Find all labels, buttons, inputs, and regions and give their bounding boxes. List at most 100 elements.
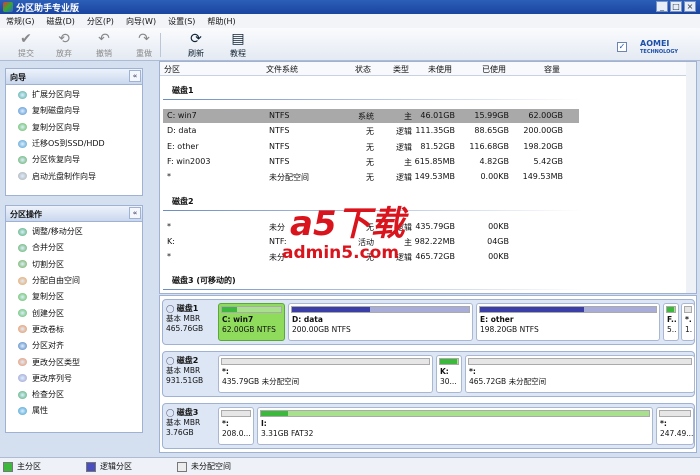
- wizard-item[interactable]: 迁移OS到SSD/HDD: [6, 134, 142, 150]
- table-scrollbar[interactable]: [686, 62, 696, 293]
- partition-block[interactable]: D: data 200.00GB NTFS: [288, 303, 473, 341]
- partition-block[interactable]: E: other 198.20GB NTFS: [476, 303, 660, 341]
- partition-block[interactable]: F.. 5..: [663, 303, 679, 341]
- table-row[interactable]: C: win7 NTFS 62.00GB 15.99GB 46.01GB 主 系统: [163, 109, 579, 123]
- toolbar-button-3[interactable]: ↷ 重做: [128, 31, 160, 59]
- table-cell: 逻辑: [396, 127, 412, 137]
- table-cell: 逻辑: [396, 173, 412, 183]
- table-cell: 主: [404, 157, 412, 167]
- column-header[interactable]: 状态: [355, 64, 371, 75]
- table-cell: E: other: [167, 141, 199, 151]
- table-row[interactable]: * 未分 00KB 435.79GB 逻辑 无: [163, 220, 579, 234]
- ops-item[interactable]: 更改卷标: [6, 320, 142, 336]
- wizard-item[interactable]: 扩展分区向导: [6, 85, 142, 101]
- menu-item[interactable]: 帮助(H): [207, 16, 235, 26]
- group-divider: [163, 289, 583, 291]
- column-header[interactable]: 分区: [164, 64, 180, 75]
- menu-item[interactable]: 向导(W): [126, 16, 156, 26]
- table-cell: C: win7: [167, 111, 197, 120]
- column-header[interactable]: 容量: [544, 64, 560, 75]
- ops-item[interactable]: 复制分区: [6, 287, 142, 303]
- minimize-button[interactable]: _: [656, 1, 668, 12]
- maximize-button[interactable]: □: [670, 1, 682, 12]
- legend-label: 主分区: [17, 462, 41, 471]
- partition-block[interactable]: *: 247.49...: [656, 407, 694, 445]
- partition-name: *:: [222, 419, 229, 428]
- disk-name: 磁盘1: [176, 304, 199, 313]
- ops-item[interactable]: 创建分区: [6, 303, 142, 319]
- toolbar-button-1[interactable]: ⟲ 放弃: [48, 31, 80, 59]
- ops-item[interactable]: 切割分区: [6, 255, 142, 271]
- legend-swatch: [3, 461, 13, 472]
- table-cell: NTFS: [269, 156, 290, 166]
- wizard-item[interactable]: 启动光盘制作向导: [6, 166, 142, 182]
- column-header[interactable]: 类型: [393, 64, 409, 75]
- table-cell: 无: [366, 222, 374, 232]
- wizard-item[interactable]: 复制分区向导: [6, 118, 142, 134]
- partition-block[interactable]: *: 435.79GB 未分配空间: [218, 355, 433, 393]
- disk-type: 基本 MBR: [166, 418, 201, 427]
- collapse-ops-button[interactable]: «: [129, 207, 141, 219]
- ops-item[interactable]: 合并分区: [6, 238, 142, 254]
- ops-item[interactable]: 更改分区类型: [6, 352, 142, 368]
- ops-item-label: 分配自由空间: [32, 276, 80, 286]
- partition-block[interactable]: *: 208.0...: [218, 407, 254, 445]
- usage-bar: [221, 358, 430, 365]
- wizard-item[interactable]: 复制磁盘向导: [6, 101, 142, 117]
- partition-name: *.: [685, 315, 692, 324]
- ops-item[interactable]: 属性: [6, 401, 142, 417]
- partition-detail: 62.00GB NTFS: [222, 325, 276, 334]
- column-header[interactable]: 未使用: [428, 64, 452, 75]
- disk-row[interactable]: ◯ 磁盘1 基本 MBR 465.76GB C: win7 62.00GB NTFS D:…: [162, 299, 695, 345]
- menu-item[interactable]: 常规(G): [6, 16, 34, 26]
- partition-block[interactable]: *: 465.72GB 未分配空间: [465, 355, 695, 393]
- toolbar-button-0[interactable]: ✔ 提交: [10, 31, 42, 59]
- partition-ops-panel: 分区操作 « 调整/移动分区 合并分区 切割分区 分配自由空间 复制分区 创建分区 更改卷标分…: [5, 205, 143, 433]
- wizard-item-icon: [18, 90, 27, 99]
- partition-name: K:: [440, 367, 449, 376]
- wizard-item-label: 复制磁盘向导: [32, 106, 80, 116]
- table-row[interactable]: K: NTF: 04GB 982.22MB 主 活动: [163, 235, 579, 249]
- table-row[interactable]: D: data NTFS 200.00GB 88.65GB 111.35GB 逻辑 无: [163, 124, 579, 138]
- table-cell: *: [167, 252, 171, 262]
- partition-block[interactable]: K: 30...: [436, 355, 462, 393]
- toolbar-button-4[interactable]: ⟳ 刷新: [180, 31, 212, 59]
- usage-fill: [440, 359, 458, 364]
- toolbar-label: 教程: [230, 49, 246, 58]
- ops-item[interactable]: 更改序列号: [6, 369, 142, 385]
- close-button[interactable]: ×: [684, 1, 696, 12]
- menu-item[interactable]: 磁盘(D): [46, 16, 74, 26]
- toolbar-button-2[interactable]: ↶ 撤销: [88, 31, 120, 59]
- column-header[interactable]: 已使用: [482, 64, 506, 75]
- disk-icon: ◯: [166, 356, 177, 365]
- wizard-item[interactable]: 分区恢复向导: [6, 150, 142, 166]
- menu-item[interactable]: 设置(S): [168, 16, 195, 26]
- wizard-item-label: 启动光盘制作向导: [32, 171, 96, 181]
- ops-item[interactable]: 检查分区: [6, 385, 142, 401]
- option-checkbox[interactable]: ✓: [617, 42, 627, 52]
- table-row[interactable]: E: other NTFS 198.20GB 116.68GB 81.52GB 逻辑 无: [163, 140, 579, 154]
- menu-item[interactable]: 分区(P): [87, 16, 114, 26]
- partition-block[interactable]: C: win7 62.00GB NTFS: [218, 303, 285, 341]
- table-row[interactable]: * 未分配空间 149.53MB 0.00KB 149.53MB 逻辑无: [163, 170, 579, 184]
- column-header[interactable]: 文件系统: [266, 64, 298, 75]
- disk-label: ◯ 磁盘1 基本 MBR 465.76GB: [166, 304, 203, 334]
- table-cell: NTFS: [269, 111, 290, 120]
- legend-item: 未分配空间: [177, 461, 231, 472]
- table-cell: 00KB: [488, 221, 509, 231]
- partition-block[interactable]: *. 1.: [681, 303, 695, 341]
- ops-item[interactable]: 调整/移动分区: [6, 222, 142, 238]
- ops-item[interactable]: 分配自由空间: [6, 271, 142, 287]
- disk-row[interactable]: ◯ 磁盘2 基本 MBR 931.51GB *: 435.79GB 未分配空间 K: 30.…: [162, 351, 695, 397]
- ops-item[interactable]: 分区对齐: [6, 336, 142, 352]
- table-row[interactable]: * 未分 00KB 465.72GB 逻辑 无: [163, 250, 579, 264]
- table-row[interactable]: F: win2003 NTFS 5.42GB 4.82GB 615.85MB 主 无: [163, 155, 579, 169]
- ops-item-icon: [18, 227, 27, 236]
- partition-block[interactable]: I: 3.31GB FAT32: [257, 407, 653, 445]
- collapse-wizard-button[interactable]: «: [129, 70, 141, 82]
- disk-row[interactable]: ◯ 磁盘3 基本 MBR 3.76GB *: 208.0... I: 3.31GB FAT3…: [162, 403, 695, 449]
- ops-item-label: 分区对齐: [32, 341, 64, 351]
- disk-type: 基本 MBR: [166, 314, 201, 323]
- toolbar-button-5[interactable]: ▤ 教程: [222, 31, 254, 59]
- table-cell: D: data: [167, 126, 197, 136]
